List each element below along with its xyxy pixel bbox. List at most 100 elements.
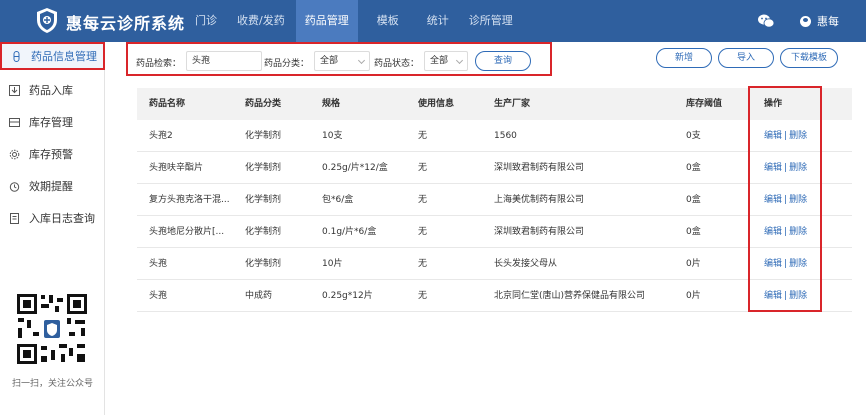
separator: | bbox=[784, 131, 788, 141]
cell-name: 头孢2 bbox=[149, 131, 173, 141]
column-header-manufacturer: 生产厂家 bbox=[494, 99, 531, 109]
cell-actions: 编辑 | 删除 bbox=[764, 280, 807, 312]
sidebar-item-label: 药品入库 bbox=[29, 84, 73, 97]
cell-actions: 编辑 | 删除 bbox=[764, 152, 807, 184]
column-header-stock-threshold: 库存阈值 bbox=[686, 99, 723, 109]
shield-logo-icon bbox=[37, 8, 57, 33]
nav-tab-templates[interactable]: 模板 bbox=[368, 0, 408, 42]
nav-tab-drug-management[interactable]: 药品管理 bbox=[295, 0, 358, 42]
delete-link[interactable]: 删除 bbox=[789, 291, 807, 301]
category-select-value: 全部 bbox=[320, 56, 339, 66]
cell-manufacturer: 深圳致君制药有限公司 bbox=[494, 163, 585, 173]
drug-search-input[interactable]: 头孢 bbox=[186, 51, 262, 71]
cell-usage: 无 bbox=[418, 195, 428, 205]
cell-spec: 包*6/盒 bbox=[322, 195, 354, 205]
nav-tab-statistics[interactable]: 统计 bbox=[418, 0, 458, 42]
sidebar-item-label: 效期提醒 bbox=[29, 180, 73, 193]
chevron-down-icon bbox=[357, 56, 366, 65]
cell-usage: 无 bbox=[418, 259, 428, 269]
box-icon bbox=[9, 117, 20, 127]
column-header-category: 药品分类 bbox=[245, 99, 282, 109]
qr-code-icon bbox=[15, 292, 89, 366]
cell-actions: 编辑 | 删除 bbox=[764, 120, 807, 152]
cell-stock-threshold: 0支 bbox=[686, 131, 701, 141]
edit-link[interactable]: 编辑 bbox=[764, 195, 782, 205]
cell-stock-threshold: 0片 bbox=[686, 259, 701, 269]
document-icon bbox=[10, 212, 19, 224]
nav-tab-clinic-management[interactable]: 诊所管理 bbox=[460, 0, 522, 42]
nav-tab-outpatient[interactable]: 门诊 bbox=[186, 0, 226, 42]
qr-caption: 扫一扫，关注公众号 bbox=[11, 379, 93, 389]
sidebar-item-expiry-reminder[interactable]: 效期提醒 bbox=[0, 172, 105, 200]
add-button[interactable]: 新增 bbox=[656, 48, 712, 68]
delete-link[interactable]: 删除 bbox=[789, 131, 807, 141]
cell-category: 化学制剂 bbox=[245, 195, 282, 205]
delete-link[interactable]: 删除 bbox=[789, 259, 807, 269]
status-select-value: 全部 bbox=[430, 56, 449, 66]
sidebar: 药品信息管理 药品入库 库存管理 库存预警 效期提醒 入库日志查询 扫一扫，关注… bbox=[0, 42, 105, 415]
cell-category: 化学制剂 bbox=[245, 259, 282, 269]
sidebar-item-inventory[interactable]: 库存管理 bbox=[0, 108, 105, 136]
sidebar-item-drug-info[interactable]: 药品信息管理 bbox=[0, 42, 105, 70]
cell-stock-threshold: 0盒 bbox=[686, 163, 701, 173]
edit-link[interactable]: 编辑 bbox=[764, 291, 782, 301]
sidebar-item-label: 入库日志查询 bbox=[29, 212, 95, 225]
chevron-down-icon bbox=[455, 56, 464, 65]
status-label: 药品状态： bbox=[374, 59, 420, 69]
cell-name: 头孢 bbox=[149, 291, 168, 301]
wechat-icon[interactable] bbox=[758, 14, 774, 28]
edit-link[interactable]: 编辑 bbox=[764, 163, 782, 173]
cell-usage: 无 bbox=[418, 291, 428, 301]
search-bar: 药品检索： 头孢 药品分类： 全部 药品状态： 全部 查询 bbox=[126, 42, 552, 76]
sidebar-item-stock-in-log[interactable]: 入库日志查询 bbox=[0, 204, 105, 232]
download-template-button[interactable]: 下载模板 bbox=[780, 48, 838, 68]
separator: | bbox=[784, 291, 788, 301]
cell-category: 中成药 bbox=[245, 291, 273, 301]
edit-link[interactable]: 编辑 bbox=[764, 131, 782, 141]
edit-link[interactable]: 编辑 bbox=[764, 227, 782, 237]
cell-usage: 无 bbox=[418, 227, 428, 237]
import-button[interactable]: 导入 bbox=[718, 48, 774, 68]
cell-spec: 0.25g*12片 bbox=[322, 291, 373, 301]
inbox-icon bbox=[9, 84, 20, 96]
cell-manufacturer: 长头发接父母从 bbox=[494, 259, 558, 269]
column-header-spec: 规格 bbox=[322, 99, 341, 109]
query-button[interactable]: 查询 bbox=[475, 51, 531, 71]
cell-actions: 编辑 | 删除 bbox=[764, 184, 807, 216]
edit-link[interactable]: 编辑 bbox=[764, 259, 782, 269]
category-select[interactable]: 全部 bbox=[314, 51, 370, 71]
cell-stock-threshold: 0盒 bbox=[686, 195, 701, 205]
sidebar-item-drug-stock-in[interactable]: 药品入库 bbox=[0, 76, 105, 104]
cell-name: 头孢呋辛酯片 bbox=[149, 163, 204, 173]
status-select[interactable]: 全部 bbox=[424, 51, 468, 71]
top-bar: 惠每云诊所系统 门诊 收费/发药 药品管理 模板 统计 诊所管理 惠每 bbox=[0, 0, 866, 42]
column-header-name: 药品名称 bbox=[149, 99, 186, 109]
pill-icon bbox=[13, 50, 20, 62]
separator: | bbox=[784, 227, 788, 237]
cell-actions: 编辑 | 删除 bbox=[764, 216, 807, 248]
table-row: 头孢 中成药 0.25g*12片 无 北京同仁堂(唐山)营养保健品有限公司 0片 编辑 | 删除 bbox=[137, 280, 852, 312]
gear-icon bbox=[9, 149, 20, 159]
cell-spec: 10片 bbox=[322, 259, 343, 269]
sidebar-item-label: 药品信息管理 bbox=[31, 50, 97, 63]
cell-actions: 编辑 | 删除 bbox=[764, 248, 807, 280]
separator: | bbox=[784, 163, 788, 173]
user-name: 惠每 bbox=[817, 15, 839, 28]
table-row: 头孢2 化学制剂 10支 无 1560 0支 编辑 | 删除 bbox=[137, 120, 852, 152]
nav-tab-charge-dispense[interactable]: 收费/发药 bbox=[228, 0, 294, 42]
cell-category: 化学制剂 bbox=[245, 227, 282, 237]
delete-link[interactable]: 删除 bbox=[789, 163, 807, 173]
column-header-actions: 操作 bbox=[764, 99, 783, 109]
delete-link[interactable]: 删除 bbox=[789, 195, 807, 205]
delete-link[interactable]: 删除 bbox=[789, 227, 807, 237]
sidebar-item-stock-alert[interactable]: 库存预警 bbox=[0, 140, 105, 168]
table-row: 头孢地尼分散片[... 化学制剂 0.1g/片*6/盒 无 深圳致君制药有限公司 0盒 编辑… bbox=[137, 216, 852, 248]
app-title: 惠每云诊所系统 bbox=[66, 14, 186, 33]
table-row: 头孢 化学制剂 10片 无 长头发接父母从 0片 编辑 | 删除 bbox=[137, 248, 852, 280]
drug-search-label: 药品检索： bbox=[136, 59, 182, 69]
user-avatar-icon bbox=[800, 15, 811, 27]
cell-stock-threshold: 0片 bbox=[686, 291, 701, 301]
user-menu[interactable]: 惠每 bbox=[800, 13, 839, 29]
column-header-usage: 使用信息 bbox=[418, 99, 455, 109]
table-row: 头孢呋辛酯片 化学制剂 0.25g/片*12/盒 无 深圳致君制药有限公司 0盒 编辑 | 删除 bbox=[137, 152, 852, 184]
